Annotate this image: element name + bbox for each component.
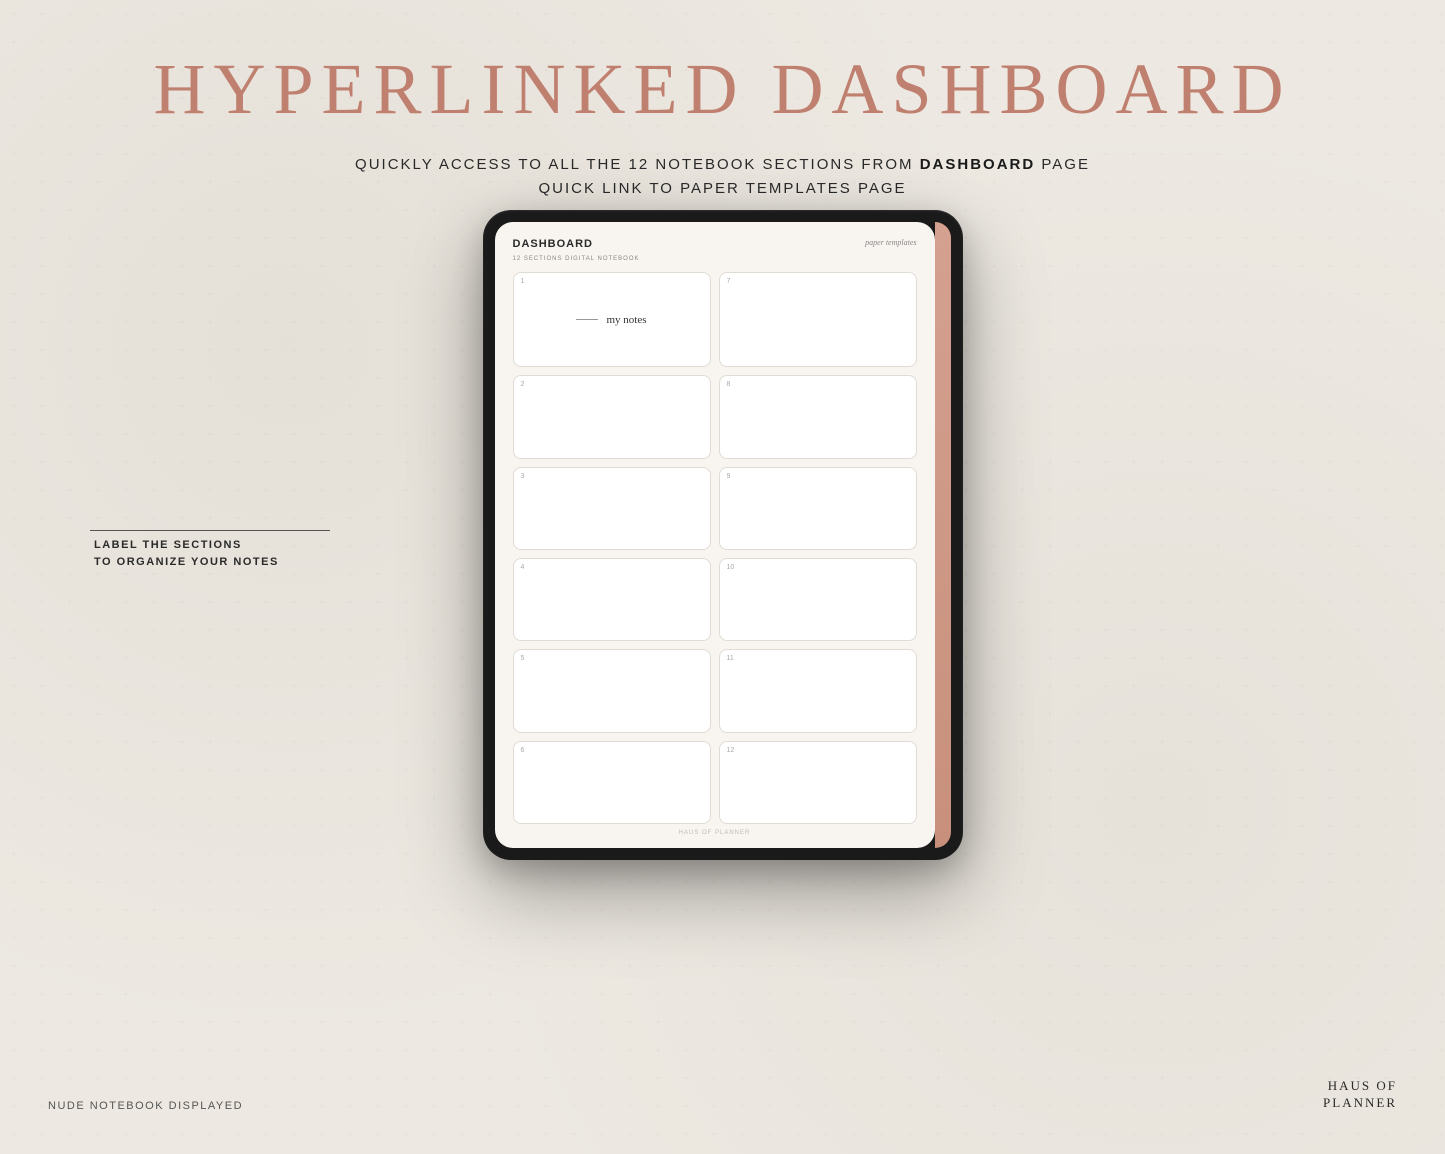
subtitle-block: QUICKLY ACCESS TO ALL THE 12 NOTEBOOK SE…: [0, 153, 1445, 201]
section-number-8: 8: [727, 381, 731, 388]
section-card-9[interactable]: 9: [719, 467, 917, 550]
notebook-subtitle: 12 SECTIONS DIGITAL NOTEBOOK: [513, 256, 917, 262]
bottom-left-label: NUDE NOTEBOOK DISPLAYED: [48, 1100, 243, 1112]
section-card-6[interactable]: 6: [513, 741, 711, 824]
section-card-5[interactable]: 5: [513, 649, 711, 732]
tablet-device: DASHBOARD paper templates 12 SECTIONS DI…: [483, 210, 963, 860]
dashboard-title: DASHBOARD: [513, 238, 594, 250]
section-number-2: 2: [521, 381, 525, 388]
section-card-11[interactable]: 11: [719, 649, 917, 732]
subtitle-prefix: QUICKLY ACCESS TO ALL THE 12 NOTEBOOK SE…: [355, 156, 920, 173]
annotation-line-container: [90, 530, 330, 531]
section-card-12[interactable]: 12: [719, 741, 917, 824]
tablet-outer-frame: DASHBOARD paper templates 12 SECTIONS DI…: [483, 210, 963, 860]
paper-templates-link[interactable]: paper templates: [865, 238, 916, 247]
section-card-4[interactable]: 4: [513, 558, 711, 641]
section-number-5: 5: [521, 655, 525, 662]
section-card-8[interactable]: 8: [719, 375, 917, 458]
section-number-3: 3: [521, 473, 525, 480]
subtitle-line-1: QUICKLY ACCESS TO ALL THE 12 NOTEBOOK SE…: [0, 153, 1445, 177]
tablet-screen: DASHBOARD paper templates 12 SECTIONS DI…: [495, 222, 935, 848]
section-label-text: my notes: [576, 314, 646, 326]
section-number-11: 11: [727, 655, 734, 662]
section-card-10[interactable]: 10: [719, 558, 917, 641]
subtitle-line-2: QUICK LINK TO PAPER TEMPLATES PAGE: [0, 177, 1445, 201]
section-number-7: 7: [727, 278, 731, 285]
section-card-2[interactable]: 2: [513, 375, 711, 458]
section-number-4: 4: [521, 564, 525, 571]
page-title: HYPERLINKED DASHBOARD: [0, 0, 1445, 131]
annotation-left: LABEL THE SECTIONS TO ORGANIZE YOUR NOTE…: [90, 530, 330, 570]
dashboard-footer-brand: HAUS OF PLANNER: [513, 824, 917, 836]
section-card-7[interactable]: 7: [719, 272, 917, 367]
section-label-value: my notes: [606, 314, 646, 326]
brand-label: HAUS OF PLANNER: [1323, 1078, 1397, 1112]
annotation-line-1: LABEL THE SECTIONS: [94, 537, 330, 554]
sections-grid: 1 my notes 7 2 8 3 9 4 10 5 11 6 12: [513, 272, 917, 824]
section-card-1[interactable]: 1 my notes: [513, 272, 711, 367]
annotation-line-2: TO ORGANIZE YOUR NOTES: [94, 554, 330, 571]
subtitle-suffix: PAGE: [1035, 156, 1090, 173]
subtitle-bold: DASHBOARD: [920, 156, 1036, 173]
section-number-10: 10: [727, 564, 735, 571]
brand-line-1: HAUS OF: [1323, 1078, 1397, 1095]
dashboard-header: DASHBOARD paper templates: [513, 238, 917, 250]
dashboard-page: DASHBOARD paper templates 12 SECTIONS DI…: [495, 222, 935, 848]
annotation-line: [90, 530, 330, 531]
section-card-3[interactable]: 3: [513, 467, 711, 550]
section-number-1: 1: [521, 278, 525, 285]
annotation-text: LABEL THE SECTIONS TO ORGANIZE YOUR NOTE…: [94, 537, 330, 570]
brand-line-2: PLANNER: [1323, 1095, 1397, 1112]
section-label-line-decoration: [576, 319, 598, 320]
section-number-12: 12: [727, 747, 735, 754]
section-number-9: 9: [727, 473, 731, 480]
section-number-6: 6: [521, 747, 525, 754]
